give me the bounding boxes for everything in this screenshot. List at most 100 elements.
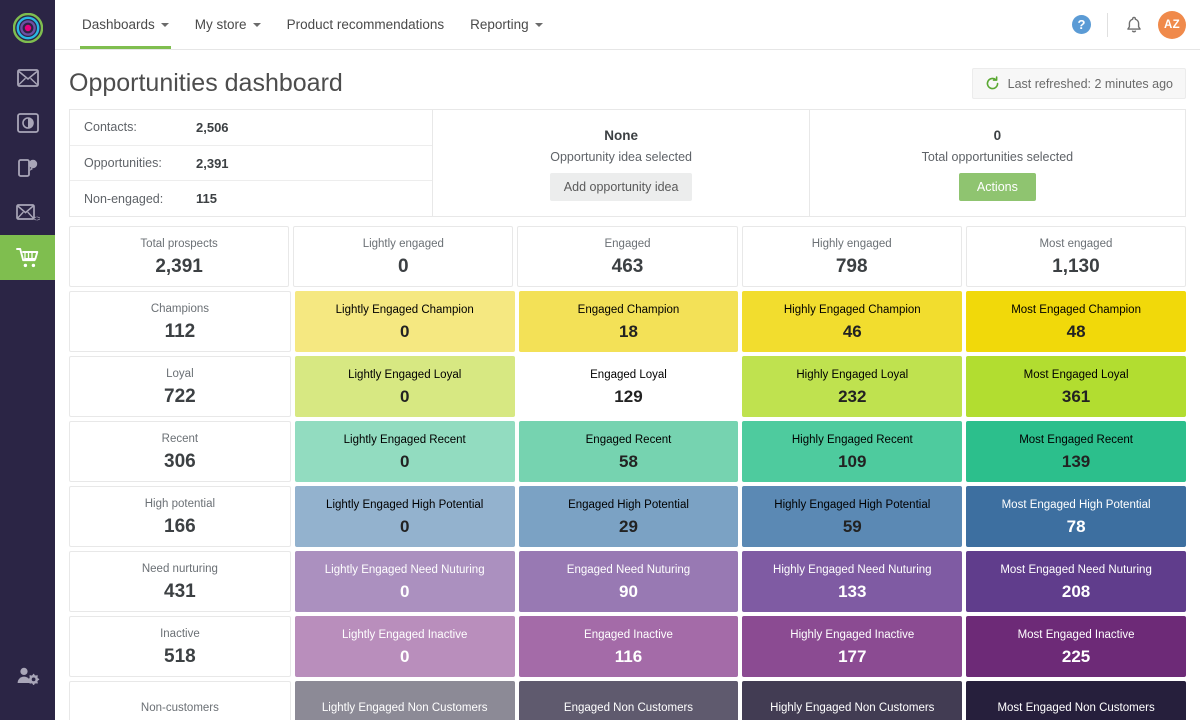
matrix-cell-need-nurturing[interactable]: Need nurturing431 <box>69 551 291 612</box>
matrix-cell-value: 29 <box>619 518 638 535</box>
nav-item-label: Dashboards <box>82 17 155 32</box>
matrix-cell-label: Need nurturing <box>136 562 224 577</box>
top-navigation-bar: Dashboards My store Product recommendati… <box>55 0 1200 50</box>
matrix-cell-most-engaged-high-potential[interactable]: Most Engaged High Potential78 <box>966 486 1186 547</box>
matrix-cell-label: Engaged Loyal <box>584 368 673 383</box>
matrix-cell-lightly-engaged[interactable]: Lightly engaged0 <box>293 226 513 287</box>
selected-opportunities-value: 0 <box>994 126 1002 146</box>
matrix-cell-recent[interactable]: Recent306 <box>69 421 291 482</box>
matrix-cell-value: 112 <box>165 322 196 341</box>
nav-item-product-recommendations[interactable]: Product recommendations <box>274 0 458 49</box>
matrix-cell-highly-engaged-loyal[interactable]: Highly Engaged Loyal232 <box>742 356 962 417</box>
matrix-cell-engaged-need-nuturing[interactable]: Engaged Need Nuturing 90 <box>519 551 739 612</box>
matrix-cell-engaged-high-potential[interactable]: Engaged High Potential 29 <box>519 486 739 547</box>
notifications-bell-icon[interactable] <box>1126 16 1142 34</box>
matrix-cell-most-engaged-champion[interactable]: Most Engaged Champion48 <box>966 291 1186 352</box>
matrix-cell-highly-engaged-inactive[interactable]: Highly Engaged Inactive177 <box>742 616 962 677</box>
matrix-cell-highly-engaged-non-customers[interactable]: Highly Engaged Non Customers <box>742 681 962 720</box>
matrix-cell-value: 48 <box>1067 323 1086 340</box>
matrix-cell-value: 59 <box>843 518 862 535</box>
nav-item-dashboards[interactable]: Dashboards <box>69 0 182 49</box>
matrix-cell-most-engaged-inactive[interactable]: Most Engaged Inactive225 <box>966 616 1186 677</box>
rail-item-mobile[interactable] <box>0 145 55 190</box>
matrix-cell-most-engaged[interactable]: Most engaged1,130 <box>966 226 1186 287</box>
stat-label: Non-engaged: <box>84 192 196 206</box>
matrix-cell-value: 166 <box>164 517 196 536</box>
matrix-cell-value: 2,391 <box>155 257 203 276</box>
matrix-cell-engaged-loyal[interactable]: Engaged Loyal 129 <box>519 356 739 417</box>
matrix-cell-value: 306 <box>164 452 196 471</box>
summary-stat-contacts: Contacts: 2,506 <box>70 110 432 146</box>
matrix-cell-label: Total prospects <box>134 237 223 252</box>
matrix-cell-label: Engaged High Potential <box>562 498 695 513</box>
rail-item-transactional[interactable]: <> <box>0 190 55 235</box>
matrix-cell-highly-engaged-champion[interactable]: Highly Engaged Champion46 <box>742 291 962 352</box>
matrix-row-need-nurturing: Need nurturing431Lightly Engaged Need Nu… <box>69 551 1186 612</box>
opportunity-idea-caption: Opportunity idea selected <box>550 150 692 164</box>
matrix-cell-loyal[interactable]: Loyal722 <box>69 356 291 417</box>
rail-item-campaigns[interactable] <box>0 100 55 145</box>
matrix-cell-lightly-engaged-recent[interactable]: Lightly Engaged Recent0 <box>295 421 515 482</box>
matrix-cell-highly-engaged-need-nuturing[interactable]: Highly Engaged Need Nuturing133 <box>742 551 962 612</box>
rail-item-commerce[interactable] <box>0 235 55 280</box>
avatar[interactable]: AZ <box>1158 11 1186 39</box>
add-opportunity-idea-button[interactable]: Add opportunity idea <box>550 173 693 201</box>
nav-item-label: Product recommendations <box>287 17 445 32</box>
matrix-cell-highly-engaged[interactable]: Highly engaged798 <box>742 226 962 287</box>
app-root: <> D <box>0 0 1200 720</box>
matrix-cell-value: 463 <box>612 257 644 276</box>
matrix-cell-lightly-engaged-need-nuturing[interactable]: Lightly Engaged Need Nuturing0 <box>295 551 515 612</box>
matrix-cell-champions[interactable]: Champions112 <box>69 291 291 352</box>
engagement-matrix-grid: Total prospects2,391Lightly engaged0Enga… <box>69 226 1186 720</box>
matrix-cell-inactive[interactable]: Inactive518 <box>69 616 291 677</box>
chevron-down-icon <box>161 23 169 27</box>
matrix-cell-label: Most Engaged Non Customers <box>991 701 1160 716</box>
matrix-cell-engaged[interactable]: Engaged463 <box>517 226 737 287</box>
matrix-cell-value: 78 <box>1067 518 1086 535</box>
matrix-cell-most-engaged-non-customers[interactable]: Most Engaged Non Customers <box>966 681 1186 720</box>
matrix-cell-value: 58 <box>619 453 638 470</box>
svg-text:<>: <> <box>32 214 40 222</box>
matrix-cell-total-prospects[interactable]: Total prospects 2,391 <box>69 226 289 287</box>
nav-item-reporting[interactable]: Reporting <box>457 0 556 49</box>
nav-right-controls: ? AZ <box>1072 0 1200 49</box>
chevron-down-icon <box>535 23 543 27</box>
last-refreshed-badge[interactable]: Last refreshed: 2 minutes ago <box>972 68 1186 99</box>
help-icon[interactable]: ? <box>1072 15 1091 34</box>
matrix-cell-value: 90 <box>619 583 638 600</box>
matrix-cell-lightly-engaged-loyal[interactable]: Lightly Engaged Loyal0 <box>295 356 515 417</box>
matrix-cell-value: 109 <box>838 453 866 470</box>
matrix-cell-label: Lightly Engaged Loyal <box>342 368 467 383</box>
last-refreshed-text: Last refreshed: 2 minutes ago <box>1008 77 1173 91</box>
matrix-cell-lightly-engaged-non-customers[interactable]: Lightly Engaged Non Customers <box>295 681 515 720</box>
matrix-cell-engaged-recent[interactable]: Engaged Recent58 <box>519 421 739 482</box>
rail-item-account-settings[interactable] <box>0 653 55 698</box>
matrix-cell-highly-engaged-high-potential[interactable]: Highly Engaged High Potential59 <box>742 486 962 547</box>
chevron-down-icon <box>253 23 261 27</box>
matrix-cell-most-engaged-recent[interactable]: Most Engaged Recent139 <box>966 421 1186 482</box>
matrix-cell-label: Engaged Need Nuturing <box>561 563 696 578</box>
matrix-cell-value: 129 <box>614 388 642 405</box>
matrix-cell-high-potential[interactable]: High potential166 <box>69 486 291 547</box>
matrix-cell-engaged-inactive[interactable]: Engaged Inactive116 <box>519 616 739 677</box>
matrix-cell-label: Most Engaged Recent <box>1013 433 1139 448</box>
matrix-cell-non-customers[interactable]: Non-customers <box>69 681 291 720</box>
nav-item-my-store[interactable]: My store <box>182 0 274 49</box>
matrix-cell-most-engaged-need-nuturing[interactable]: Most Engaged Need Nuturing208 <box>966 551 1186 612</box>
matrix-cell-highly-engaged-recent[interactable]: Highly Engaged Recent109 <box>742 421 962 482</box>
matrix-cell-lightly-engaged-inactive[interactable]: Lightly Engaged Inactive0 <box>295 616 515 677</box>
matrix-cell-label: Highly Engaged Non Customers <box>764 701 940 716</box>
rail-item-email[interactable] <box>0 55 55 100</box>
matrix-cell-engaged-champion[interactable]: Engaged Champion18 <box>519 291 739 352</box>
matrix-cell-most-engaged-loyal[interactable]: Most Engaged Loyal361 <box>966 356 1186 417</box>
matrix-cell-label: Engaged Champion <box>572 303 686 318</box>
dashboard-main: Contacts: 2,506 Opportunities: 2,391 Non… <box>55 109 1200 720</box>
matrix-cell-value: 798 <box>836 257 868 276</box>
matrix-cell-label: Highly Engaged Inactive <box>784 628 920 643</box>
matrix-cell-lightly-engaged-champion[interactable]: Lightly Engaged Champion0 <box>295 291 515 352</box>
actions-button[interactable]: Actions <box>959 173 1036 201</box>
matrix-cell-value: 0 <box>400 518 409 535</box>
matrix-cell-lightly-engaged-high-potential[interactable]: Lightly Engaged High Potential0 <box>295 486 515 547</box>
dotdigital-logo[interactable] <box>0 0 55 55</box>
matrix-cell-engaged-non-customers[interactable]: Engaged Non Customers <box>519 681 739 720</box>
